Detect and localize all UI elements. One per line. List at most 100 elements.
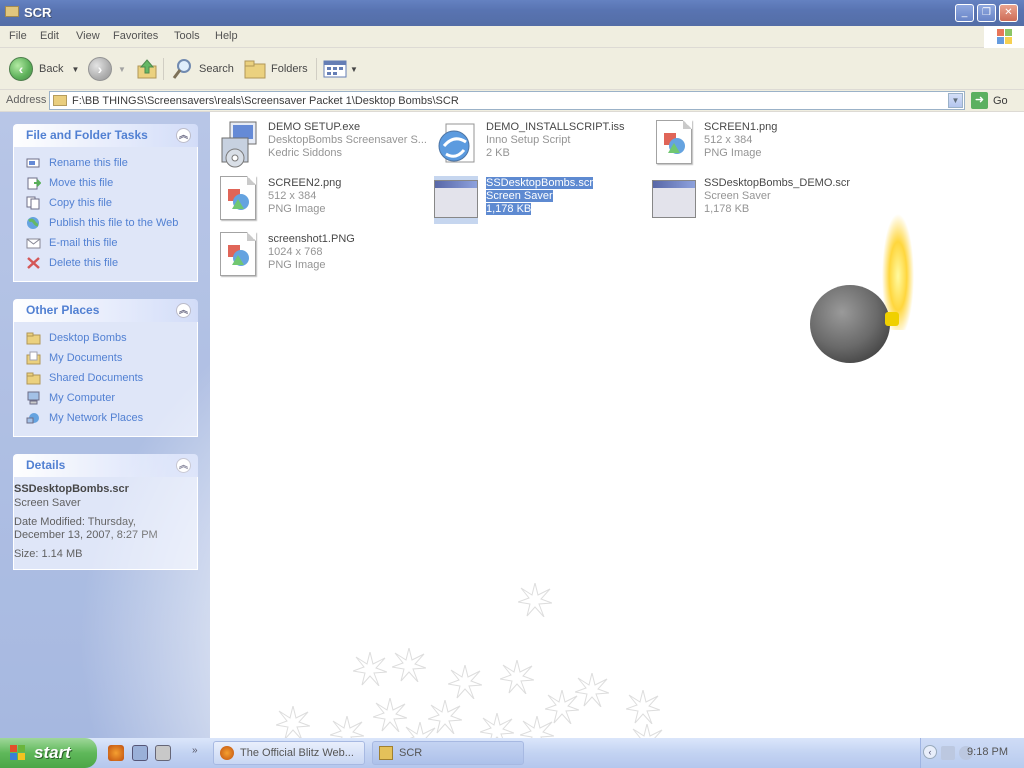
delete-icon: [27, 257, 40, 269]
copy-file-link[interactable]: Copy this file: [14, 193, 197, 213]
spark: [276, 706, 310, 740]
details-header[interactable]: Details ︽: [13, 454, 198, 477]
folders-label: Folders: [271, 63, 308, 75]
quicklaunch-expand-icon[interactable]: »: [192, 745, 198, 756]
details-size: Size: 1.14 MB: [14, 548, 83, 560]
system-tray: ‹ 9:18 PM: [920, 738, 1024, 768]
link-label: Delete this file: [49, 257, 119, 269]
other-places-header[interactable]: Other Places ︽: [13, 299, 198, 322]
toolbar: ‹ Back ▼ › ▼ Search Folders ▼: [0, 48, 1024, 90]
file-name: screenshot1.PNG: [268, 233, 355, 245]
quicklaunch-app-icon[interactable]: [155, 745, 171, 761]
back-dropdown-icon[interactable]: ▼: [71, 65, 79, 74]
place-desktop-bombs[interactable]: Desktop Bombs: [14, 328, 197, 348]
file-item[interactable]: SCREEN2.png 512 x 384 PNG Image: [216, 174, 426, 230]
panel-title: Details: [26, 458, 66, 472]
script-icon: [438, 123, 475, 163]
show-desktop-icon[interactable]: [132, 745, 148, 761]
close-button[interactable]: ✕: [999, 4, 1018, 22]
file-item[interactable]: SSDesktopBombs_DEMO.scr Screen Saver 1,1…: [652, 174, 862, 230]
spark: [392, 648, 426, 682]
firefox-quicklaunch-icon[interactable]: [108, 745, 124, 761]
email-icon: [26, 238, 41, 249]
link-label: E-mail this file: [49, 237, 118, 249]
publish-to-web-link[interactable]: Publish this file to the Web: [14, 213, 197, 233]
collapse-chevron-icon[interactable]: ︽: [176, 128, 191, 143]
spark: [626, 690, 660, 724]
png-icon: [216, 176, 260, 224]
file-item[interactable]: screenshot1.PNG 1024 x 768 PNG Image: [216, 230, 426, 286]
network-icon: [26, 413, 39, 424]
spark: [500, 660, 534, 694]
search-button[interactable]: Search: [171, 56, 234, 82]
file-name: DEMO SETUP.exe: [268, 121, 361, 133]
file-folder-tasks-panel: File and Folder Tasks ︽ Rename this file…: [13, 124, 198, 282]
address-input[interactable]: F:\BB THINGS\Screensavers\reals\Screensa…: [49, 91, 965, 110]
address-dropdown-icon[interactable]: ▼: [948, 93, 963, 108]
file-type: Screen Saver: [486, 190, 553, 202]
place-my-network-places[interactable]: My Network Places: [14, 408, 197, 428]
folder-icon: [5, 6, 19, 17]
link-label: Rename this file: [49, 157, 128, 169]
taskbar-item-scr[interactable]: SCR: [372, 741, 524, 765]
taskbar-item-blitz[interactable]: The Official Blitz Web...: [213, 741, 365, 765]
other-places-panel: Other Places ︽ Desktop Bombs My Document…: [13, 299, 198, 437]
delete-file-link[interactable]: Delete this file: [14, 253, 197, 273]
link-label: Desktop Bombs: [49, 332, 127, 344]
file-item[interactable]: DEMO SETUP.exe DesktopBombs Screensaver …: [216, 118, 427, 174]
file-item-selected[interactable]: SSDesktopBombs.scr Screen Saver 1,178 KB: [434, 174, 644, 230]
menu-bar: File Edit View Favorites Tools Help: [0, 26, 1024, 48]
panel-title: File and Folder Tasks: [26, 128, 148, 142]
minimize-button[interactable]: _: [955, 4, 974, 22]
menu-edit[interactable]: Edit: [40, 30, 59, 42]
menu-help[interactable]: Help: [215, 30, 238, 42]
up-folder-icon: [137, 59, 157, 79]
folders-button[interactable]: Folders: [243, 56, 308, 82]
go-arrow-icon: ➜: [971, 92, 988, 109]
maximize-button[interactable]: ❐: [977, 4, 996, 22]
place-shared-documents[interactable]: Shared Documents: [14, 368, 197, 388]
start-button[interactable]: start: [0, 738, 97, 768]
file-item[interactable]: DEMO_INSTALLSCRIPT.iss Inno Setup Script…: [434, 118, 644, 174]
back-arrow-icon: ‹: [9, 57, 33, 81]
collapse-chevron-icon[interactable]: ︽: [176, 303, 191, 318]
back-label: Back: [39, 63, 64, 75]
place-my-documents[interactable]: My Documents: [14, 348, 197, 368]
place-my-computer[interactable]: My Computer: [14, 388, 197, 408]
bomb-fuse: [885, 312, 899, 326]
file-folder-tasks-header[interactable]: File and Folder Tasks ︽: [13, 124, 198, 147]
menu-view[interactable]: View: [76, 30, 100, 42]
forward-button[interactable]: › ▼: [88, 56, 126, 82]
task-label: The Official Blitz Web...: [240, 747, 354, 759]
copy-icon: [26, 196, 40, 210]
menu-file[interactable]: File: [9, 30, 27, 42]
go-label: Go: [993, 94, 1008, 107]
windows-logo-icon: [984, 26, 1024, 48]
title-bar[interactable]: SCR _ ❐ ✕: [0, 0, 1024, 26]
forward-dropdown-icon[interactable]: ▼: [118, 65, 126, 74]
file-size: 1,178 KB: [486, 203, 532, 215]
bomb: [810, 285, 890, 363]
menu-tools[interactable]: Tools: [174, 30, 200, 42]
views-dropdown-icon: ▼: [350, 64, 358, 74]
file-size: 1,178 KB: [704, 203, 750, 215]
file-size: 2 KB: [486, 147, 510, 159]
up-folder-button[interactable]: [136, 56, 158, 82]
folder-icon: [53, 95, 67, 106]
link-label: Copy this file: [49, 197, 112, 209]
back-button[interactable]: ‹ Back ▼: [9, 56, 79, 82]
tray-expand-icon[interactable]: ‹: [923, 745, 937, 759]
move-file-link[interactable]: Move this file: [14, 173, 197, 193]
file-name: SCREEN2.png: [268, 177, 342, 189]
file-item[interactable]: SCREEN1.png 512 x 384 PNG Image: [652, 118, 862, 174]
toolbar-separator: [163, 58, 164, 80]
link-label: Publish this file to the Web: [49, 217, 179, 229]
go-button[interactable]: ➜ Go: [971, 92, 1008, 109]
views-button[interactable]: ▼: [323, 56, 358, 82]
collapse-chevron-icon[interactable]: ︽: [176, 458, 191, 473]
email-file-link[interactable]: E-mail this file: [14, 233, 197, 253]
rename-file-link[interactable]: Rename this file: [14, 153, 197, 173]
menu-favorites[interactable]: Favorites: [113, 30, 158, 42]
network-tray-icon[interactable]: [941, 746, 955, 760]
clock[interactable]: 9:18 PM: [967, 746, 1008, 758]
